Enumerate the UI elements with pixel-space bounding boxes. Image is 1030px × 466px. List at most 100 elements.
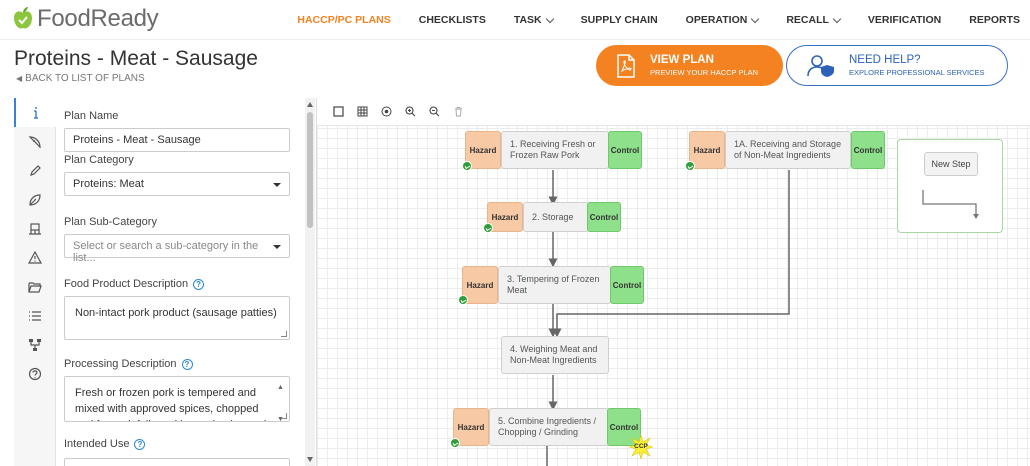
plan-category-value: Proteins: Meat [73,178,144,190]
apple-logo-icon [14,7,32,29]
nav-operation[interactable]: OPERATION [685,14,760,26]
control-badge[interactable]: Control [587,202,621,232]
section-icon-rail [14,98,56,466]
intended-use-label-row: Intended Use? [64,438,146,450]
flow-step-3[interactable]: 3. Tempering of Frozen Meat [498,266,611,304]
nav-verification[interactable]: VERIFICATION [868,14,941,26]
nav-label: VERIFICATION [867,14,942,26]
folder-open-icon [28,281,42,293]
nav-label: HACCP/PC PLANS [297,14,391,26]
top-navigation-bar: FoodReady HACCP/PC PLANS CHECKLISTS TASK… [0,0,1030,40]
scrollbar-thumb[interactable] [307,112,313,228]
scroll-up-icon[interactable] [307,102,313,107]
back-to-list-link[interactable]: ◀ BACK TO LIST OF PLANS [16,73,145,84]
rail-edit[interactable] [14,156,56,185]
food-product-textarea[interactable]: Non-intact pork product (sausage patties… [64,296,290,340]
nav-reports[interactable]: REPORTS [969,14,1020,26]
nav-supply-chain[interactable]: SUPPLY CHAIN [581,14,658,26]
control-badge[interactable]: Control [608,131,642,169]
nav-haccp-plans[interactable]: HACCP/PC PLANS [297,14,390,26]
intended-use-textarea[interactable] [64,458,290,466]
plan-subcategory-select[interactable]: Select or search a sub-category in the l… [64,234,290,264]
chevron-down-icon [545,14,554,23]
flow-step-4[interactable]: 4. Weighing Meat and Non-Meat Ingredient… [501,336,609,374]
rail-list[interactable] [14,301,56,330]
view-plan-label: VIEW PLAN [650,54,714,66]
leaf-icon [458,295,468,305]
resize-handle-icon[interactable] [281,331,287,337]
plan-name-label: Plan Name [64,110,119,122]
nav-label: REPORTS [969,14,1020,26]
new-step-button[interactable]: New Step [924,152,978,176]
plan-category-select[interactable]: Proteins: Meat [64,172,290,196]
back-link-label: BACK TO LIST OF PLANS [25,73,145,84]
need-help-label: NEED HELP? [849,54,921,66]
pen-icon [30,164,41,176]
nav-recall[interactable]: RECALL [786,14,842,26]
flow-step-5[interactable]: 5. Combine Ingredients / Chopping / Grin… [489,408,609,446]
flowchart-icon [29,338,41,351]
warning-icon [28,250,42,264]
rail-facility[interactable] [14,214,56,243]
building-icon [29,222,41,235]
rail-documents[interactable] [14,272,56,301]
pdf-file-icon [617,53,635,78]
help-tooltip-icon[interactable]: ? [193,279,205,290]
caret-down-icon [273,183,281,187]
leaf-icon [450,438,460,448]
leaf-icon [29,193,41,206]
leaf-icon [483,223,493,233]
nav-label: OPERATION [685,14,748,26]
food-product-label: Food Product Description [64,278,189,290]
rail-flowchart[interactable] [14,330,56,359]
leaf-icon [462,161,472,171]
rail-hazards[interactable] [14,243,56,272]
plan-name-input[interactable]: Proteins - Meat - Sausage [64,128,290,152]
nav-label: SUPPLY CHAIN [580,14,658,26]
flow-step-1[interactable]: 1. Receiving Fresh or Frozen Raw Pork [501,131,609,169]
food-product-value: Non-intact pork product (sausage patties… [75,307,277,319]
flow-step-1a[interactable]: 1A. Receiving and Storage of Non-Meat In… [725,131,851,169]
flow-diagram-canvas[interactable]: Hazard 1. Receiving Fresh or Frozen Raw … [316,98,1030,466]
ccp-label: CCP [634,443,648,450]
chevron-down-icon [751,14,760,23]
nav-task[interactable]: TASK [513,14,554,26]
control-badge[interactable]: Control [851,131,885,169]
resize-handle-icon[interactable] [281,413,287,419]
brand-name: FoodReady [37,5,159,32]
user-shield-icon [807,54,834,77]
brand-logo[interactable]: FoodReady [12,5,159,33]
scroll-down-icon[interactable] [307,457,313,462]
chevron-down-icon [832,14,842,23]
intended-use-label: Intended Use [64,438,130,450]
form-scrollbar[interactable] [305,98,315,466]
food-product-label-row: Food Product Description? [64,278,205,290]
nav-label: CHECKLISTS [418,14,486,26]
control-badge[interactable]: Control [610,266,644,304]
need-help-button[interactable]: NEED HELP? EXPLORE PROFESSIONAL SERVICES [786,45,1008,86]
plan-category-label: Plan Category [64,154,134,166]
rail-info[interactable] [14,98,56,127]
help-tooltip-icon[interactable]: ? [181,359,193,370]
page-title: Proteins - Meat - Sausage [14,47,258,70]
help-circle-icon [28,367,42,380]
ccp-badge[interactable]: CCP [629,435,653,459]
new-step-palette[interactable]: New Step [897,139,1003,233]
view-plan-button[interactable]: VIEW PLAN PREVIEW YOUR HACCP PLAN [596,45,783,86]
flow-step-2[interactable]: 2. Storage [523,202,589,232]
processing-label-row: Processing Description? [64,358,193,370]
need-help-text: NEED HELP? EXPLORE PROFESSIONAL SERVICES [849,54,984,77]
processing-value: Fresh or frozen pork is tempered and mix… [75,387,266,421]
rail-ingredients[interactable] [14,185,56,214]
plan-subcategory-label: Plan Sub-Category [64,216,157,228]
caret-down-icon [273,245,281,249]
nav-label: TASK [513,14,542,26]
rail-help[interactable] [14,359,56,388]
plan-subcategory-placeholder: Select or search a sub-category in the l… [73,240,259,264]
help-tooltip-icon[interactable]: ? [134,439,146,450]
rail-product[interactable] [14,127,56,156]
nav-checklists[interactable]: CHECKLISTS [419,14,486,26]
processing-textarea[interactable]: Fresh or frozen pork is tempered and mix… [64,376,290,422]
plan-details-form: Plan Name Proteins - Meat - Sausage Plan… [56,98,306,466]
pizza-slice-icon [28,135,41,148]
